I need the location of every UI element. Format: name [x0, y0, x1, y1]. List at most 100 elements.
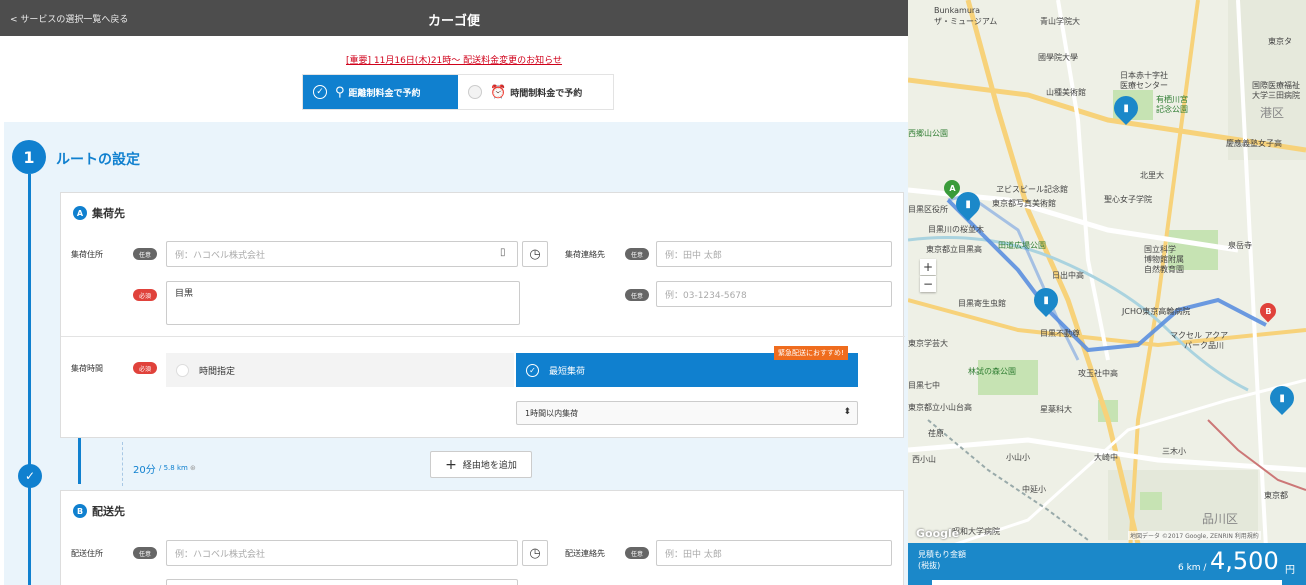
map-label: 國學院大學	[1038, 53, 1078, 62]
clock-icon[interactable]: ◷	[522, 241, 548, 267]
map-label: 荏原	[928, 429, 944, 438]
map-label: 泉岳寺	[1228, 241, 1252, 250]
map-label: 西郷山公園	[908, 129, 948, 138]
route-pin-icon: ⚲	[335, 84, 345, 100]
delivery-pin-icon: B	[73, 504, 87, 518]
address-book-icon[interactable]: ▯	[500, 247, 506, 258]
map-canvas	[908, 0, 1306, 585]
route-distance: / 5.8 km	[159, 464, 188, 472]
map-label: 東京都写真美術館	[992, 199, 1056, 208]
check-icon: ✓	[313, 85, 327, 99]
optional-badge: 任意	[133, 547, 157, 559]
quote-currency: 円	[1285, 565, 1295, 576]
pickup-contact-name-input[interactable]: 例：田中 太郎	[656, 241, 892, 267]
booking-form-pane: < サービスの選択一覧へ戻る カーゴ便 [重要] 11月16日(木)21時～ 配…	[0, 0, 908, 585]
map-label: 三木小	[1162, 447, 1186, 456]
map-label: 中延小	[1022, 485, 1046, 494]
map-label: 聖心女子学院	[1104, 195, 1152, 204]
map-label: ヱビスビール記念館	[996, 185, 1068, 194]
radio-icon	[468, 85, 482, 99]
map-label: 慶應義塾女子高	[1226, 139, 1282, 148]
map-label: 攻玉社中高	[1078, 369, 1118, 378]
quote-distance: 6 km /	[1178, 563, 1207, 573]
map-label: 東京都立目黒高	[926, 245, 982, 254]
clock-icon[interactable]: ◷	[522, 540, 548, 566]
map-label: Bunkamura	[934, 6, 981, 15]
plus-icon: +	[445, 456, 457, 473]
map-label: 目黒不動尊	[1040, 329, 1080, 338]
pickup-pin-icon: A	[73, 206, 87, 220]
map-label: 北里大	[1140, 171, 1164, 180]
divider	[61, 336, 905, 337]
delivery-contact-name-input[interactable]: 例：田中 太郎	[656, 540, 892, 566]
radio-icon	[176, 363, 189, 377]
pickup-header: A 集荷先	[73, 205, 125, 221]
map-label: 目黒寄生虫館	[958, 299, 1006, 308]
optional-badge: 任意	[625, 289, 649, 301]
map-label: 小山小	[1006, 453, 1030, 462]
map-label: 品川区	[1202, 512, 1239, 526]
add-waypoint-button[interactable]: + 経由地を追加	[430, 451, 532, 478]
quote-detail-bar	[932, 580, 1282, 585]
delivery-company-input[interactable]: 例：ハコベル株式会社	[166, 540, 518, 566]
optional-badge: 任意	[625, 248, 649, 260]
step-title: ルートの設定	[56, 152, 140, 168]
map-label: 東京都	[1264, 491, 1288, 500]
route-duration: 20分	[133, 465, 156, 476]
map-label: 大崎中	[1094, 453, 1118, 462]
alarm-clock-icon: ⏰	[490, 84, 507, 100]
delivery-card: B 配送先 配送住所 任意 例：ハコベル株式会社 ◷ 配送連絡先 任意 例：田中…	[60, 490, 904, 585]
map-label: ザ・ミュージアム	[934, 17, 998, 26]
optional-badge: 任意	[625, 547, 649, 559]
pickup-time-label: 集荷時間	[71, 364, 103, 373]
map-label: 記念公園	[1156, 105, 1188, 114]
delivery-address-textarea[interactable]	[166, 579, 518, 585]
map-label: 目黒七中	[908, 381, 940, 390]
map-label: 山種美術館	[1046, 88, 1086, 97]
quote-price: 4,500	[1210, 547, 1279, 575]
info-icon[interactable]: ⊛	[190, 464, 196, 472]
zoom-in-button[interactable]: +	[920, 259, 936, 275]
step-timeline	[28, 174, 31, 585]
map-label: 自然教育園	[1144, 265, 1184, 274]
map-label: 目黒川の桜並木	[928, 225, 984, 234]
notice-link[interactable]: [重要] 11月16日(木)21時～ 配送料金変更のお知らせ	[0, 53, 908, 66]
step-check-icon: ✓	[18, 464, 42, 488]
tab-distance-label: 距離制料金で予約	[348, 88, 421, 99]
required-badge: 必須	[133, 362, 157, 374]
delivery-header: B 配送先	[73, 503, 125, 519]
required-badge: 必須	[133, 289, 157, 301]
delivery-address-label: 配送住所	[71, 549, 103, 558]
timeframe-select[interactable]: 1時間以内集荷 ⬍	[516, 401, 858, 425]
pickup-company-input[interactable]: 例：ハコベル株式会社	[166, 241, 518, 267]
map-label: パーク品川	[1184, 341, 1224, 350]
map-label: 林試の森公園	[968, 367, 1016, 376]
route-dotted-line	[122, 442, 123, 486]
map-credit[interactable]: 地図データ ©2017 Google, ZENRIN 利用規約	[1128, 531, 1261, 540]
delivery-contact-label: 配送連絡先	[565, 549, 605, 558]
google-logo: Google	[916, 527, 960, 540]
step-number-badge: 1	[12, 140, 46, 174]
time-specified-option[interactable]: 時間指定	[166, 353, 514, 387]
select-arrows-icon: ⬍	[843, 407, 851, 417]
tab-time-label: 時間制料金で予約	[510, 88, 583, 99]
map-label: 西小山	[912, 455, 936, 464]
pickup-contact-phone-input[interactable]: 例：03-1234-5678	[656, 281, 892, 307]
quote-panel: 見積もり金額 (税抜) 6 km / 4,500 円	[908, 543, 1306, 585]
route-connector	[78, 438, 81, 484]
map-label: 東京都立小山台高	[908, 403, 972, 412]
pickup-address-textarea[interactable]: 目黒	[166, 281, 520, 325]
page-title: カーゴ便	[427, 14, 480, 29]
zoom-out-button[interactable]: −	[920, 276, 936, 292]
route-map[interactable]: Bunkamura ザ・ミュージアム 青山学院大 國學院大學 日本赤十字社 医療…	[908, 0, 1306, 585]
tab-distance-pricing[interactable]: ✓ ⚲ 距離制料金で予約	[303, 75, 458, 109]
tab-time-pricing[interactable]: ⏰ 時間制料金で予約	[458, 75, 613, 109]
pickup-address-label: 集荷住所	[71, 250, 103, 259]
map-label: 医療センター	[1120, 81, 1168, 90]
pricing-mode-tabs: ✓ ⚲ 距離制料金で予約 ⏰ 時間制料金で予約	[302, 74, 614, 110]
map-label: 大学三田病院	[1252, 91, 1300, 100]
map-label: 田道広場公園	[998, 241, 1046, 250]
pickup-contact-label: 集荷連絡先	[565, 250, 605, 259]
map-label: 日出中高	[1052, 271, 1084, 280]
check-icon: ✓	[526, 363, 539, 377]
